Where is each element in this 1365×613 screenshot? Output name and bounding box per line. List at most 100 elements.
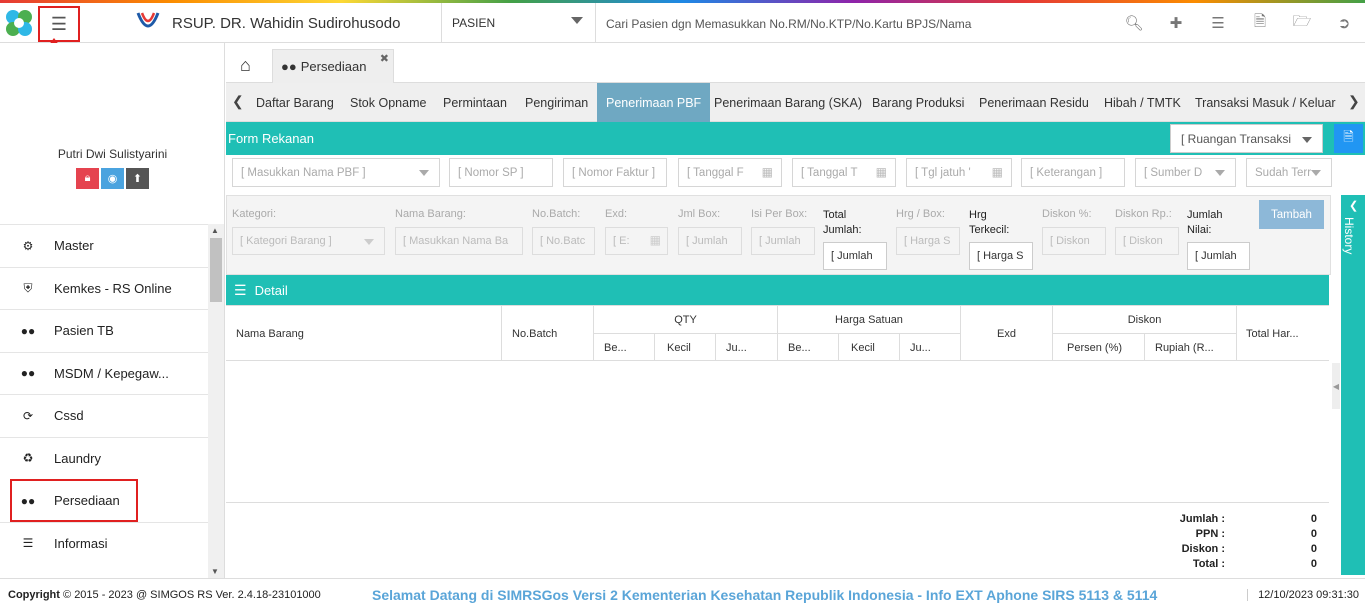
nama-barang-input[interactable]: [ Masukkan Nama Ba (395, 227, 523, 255)
lock-button[interactable]: 🔒︎ (76, 168, 99, 189)
camera-icon: ◉ (107, 173, 118, 185)
tambah-button[interactable]: Tambah (1259, 200, 1324, 229)
pbf-select[interactable]: [ Masukkan Nama PBF ] (232, 158, 440, 187)
col-hs-jumlah[interactable]: Ju... (899, 333, 960, 361)
subtab-pengiriman[interactable]: Pengiriman (525, 83, 588, 122)
subtab-transaksi-masuk-keluar[interactable]: Transaksi Masuk / Keluar (1195, 83, 1336, 122)
total-jumlah-input[interactable]: [ Jumlah (823, 242, 887, 270)
document-icon: 🗎︎ (1343, 128, 1354, 144)
patient-search-input[interactable]: Cari Pasien dgn Memasukkan No.RM/No.KTP/… (606, 17, 971, 31)
sidebar-item-msdm[interactable]: ●● MSDM / Kepegaw... (0, 351, 208, 395)
sumber-dana-select[interactable]: [ Sumber D (1135, 158, 1236, 187)
home-icon[interactable]: ⌂ (240, 55, 251, 76)
tanggal-faktur-input[interactable]: [ Tanggal F ▦ (678, 158, 782, 187)
sidebar-item-kemkes[interactable]: ⛨ Kemkes - RS Online (0, 266, 208, 310)
detail-bar: ☰ Detail (226, 275, 1329, 305)
subtab-penerimaan-pbf[interactable]: Penerimaan PBF (597, 83, 711, 122)
exd-label: Exd: (605, 208, 628, 220)
col-no-batch[interactable]: No.Batch (501, 305, 593, 361)
subtab-permintaan[interactable]: Permintaan (443, 83, 507, 122)
keterangan-input[interactable]: [ Keterangan ] (1021, 158, 1125, 187)
pdf-icon[interactable]: 🗎︎ (1239, 11, 1281, 36)
new-document-button[interactable]: 🗎︎ (1334, 124, 1363, 153)
sidebar-item-persediaan[interactable]: ●● Persediaan (10, 479, 138, 522)
subtab-daftar-barang[interactable]: Daftar Barang (256, 83, 334, 122)
menu-toggle-button[interactable]: ☰ (38, 6, 80, 42)
subtab-penerimaan-barang-ska[interactable]: Penerimaan Barang (SKA) (714, 83, 862, 122)
chevron-right-icon[interactable]: ❯ (1348, 93, 1360, 110)
sidebar: Putri Dwi Sulistyarini 🔒︎ ◉ ⬆ ⚙ Master ⛨ K… (0, 43, 225, 578)
camera-button[interactable]: ◉ (101, 168, 124, 189)
users-icon: ●● (20, 366, 36, 381)
add-user-icon[interactable]: ✚ (1155, 14, 1197, 32)
calendar-icon[interactable]: ▦ (650, 233, 661, 247)
subtab-stok-opname[interactable]: Stok Opname (350, 83, 426, 122)
kategori-label: Kategori: (232, 208, 277, 220)
hrg-terkecil-label: Hrg Terkecil: (969, 209, 1010, 236)
col-qty-besar[interactable]: Be... (593, 333, 654, 361)
sidebar-item-label: Master (54, 238, 94, 254)
subtab-penerimaan-residu[interactable]: Penerimaan Residu (979, 83, 1089, 122)
diskon-rp-label: Diskon Rp.: (1115, 208, 1172, 220)
scroll-down-icon[interactable]: ▼ (211, 567, 219, 576)
scroll-thumb[interactable] (210, 238, 222, 302)
sidebar-item-informasi[interactable]: ☰ Informasi (0, 521, 208, 565)
close-icon[interactable]: ✖ (380, 52, 389, 65)
datetime: 12/10/2023 09:31:30 (1247, 589, 1359, 601)
jumlah-nilai-input[interactable]: [ Jumlah (1187, 242, 1250, 270)
no-batch-input[interactable]: [ No.Batc (532, 227, 595, 255)
logout-icon[interactable]: ➲ (1323, 14, 1365, 32)
top-toolbar: 🔍︎ ✚ ☰ 🗎︎ 🗁︎ ➲ (1113, 3, 1365, 43)
scroll-up-icon[interactable]: ▲ (211, 226, 219, 235)
list-icon[interactable]: ☰ (1197, 14, 1239, 32)
col-exd[interactable]: Exd (960, 305, 1052, 361)
tanggal-terima-input[interactable]: [ Tanggal T ▦ (792, 158, 896, 187)
sidebar-item-label: Kemkes - RS Online (54, 280, 172, 296)
hospital-logo-icon (136, 12, 160, 28)
calendar-icon[interactable]: ▦ (762, 165, 773, 179)
col-diskon-persen[interactable]: Persen (%) (1052, 333, 1144, 361)
isi-per-box-input[interactable]: [ Jumlah (751, 227, 815, 255)
upload-button[interactable]: ⬆ (126, 168, 149, 189)
diskon-rp-input[interactable]: [ Diskon (1115, 227, 1179, 255)
calendar-icon[interactable]: ▦ (992, 165, 1003, 179)
folder-icon[interactable]: 🗁︎ (1281, 11, 1323, 36)
exd-input[interactable]: [ E: ▦ (605, 227, 668, 255)
sidebar-scrollbar[interactable]: ▲ ▼ (208, 224, 224, 578)
status-select[interactable]: Sudah Terr (1246, 158, 1332, 187)
tanggal-faktur-placeholder: [ Tanggal F (687, 166, 744, 179)
col-total-harga[interactable]: Total Har... (1236, 305, 1329, 361)
calendar-icon[interactable]: ▦ (876, 165, 887, 179)
chevron-left-icon[interactable]: ❮ (232, 93, 244, 110)
sidebar-item-pasien-tb[interactable]: ●● Pasien TB (0, 309, 208, 352)
nomor-faktur-input[interactable]: [ Nomor Faktur ] (563, 158, 667, 187)
sidebar-item-cssd[interactable]: ⟳ Cssd (0, 394, 208, 437)
col-diskon-rupiah[interactable]: Rupiah (R... (1144, 333, 1236, 361)
ruangan-value: [ Ruangan Transaksi (1181, 131, 1292, 146)
col-hs-besar[interactable]: Be... (777, 333, 838, 361)
tgl-jatuh-tempo-input[interactable]: [ Tgl jatuh ' ▦ (906, 158, 1012, 187)
patient-type-select[interactable]: PASIEN (441, 3, 596, 43)
hrg-terkecil-input[interactable]: [ Harga S (969, 242, 1033, 270)
kategori-select[interactable]: [ Kategori Barang ] (232, 227, 385, 255)
tab-persediaan[interactable]: ●● Persediaan ✖ (272, 49, 394, 83)
subtab-barang-produksi[interactable]: Barang Produksi (872, 83, 964, 122)
col-hs-kecil[interactable]: Kecil (838, 333, 899, 361)
col-qty-jumlah[interactable]: Ju... (715, 333, 777, 361)
col-nama-barang[interactable]: Nama Barang (226, 305, 501, 361)
sidebar-item-master[interactable]: ⚙ Master (0, 224, 208, 267)
nomor-sp-input[interactable]: [ Nomor SP ] (449, 158, 553, 187)
diskon-total-value: 0 (1310, 543, 1317, 555)
subtab-hibah-tmtk[interactable]: Hibah / TMTK (1104, 83, 1181, 122)
hrg-box-input[interactable]: [ Harga S (896, 227, 960, 255)
ruangan-select[interactable]: [ Ruangan Transaksi (1170, 124, 1323, 153)
sumber-dana-placeholder: [ Sumber D (1144, 166, 1203, 179)
sidebar-item-laundry[interactable]: ♻ Laundry (0, 436, 208, 480)
panel-collapse-handle[interactable]: ◀ (1332, 363, 1340, 409)
search-icon[interactable]: 🔍︎ (1113, 14, 1155, 32)
jml-box-input[interactable]: [ Jumlah (678, 227, 742, 255)
page-tabs: ⌂ ●● Persediaan ✖ (226, 43, 1365, 83)
col-qty-kecil[interactable]: Kecil (654, 333, 715, 361)
history-panel-toggle[interactable]: ❮ History (1341, 195, 1365, 575)
diskon-persen-input[interactable]: [ Diskon (1042, 227, 1106, 255)
